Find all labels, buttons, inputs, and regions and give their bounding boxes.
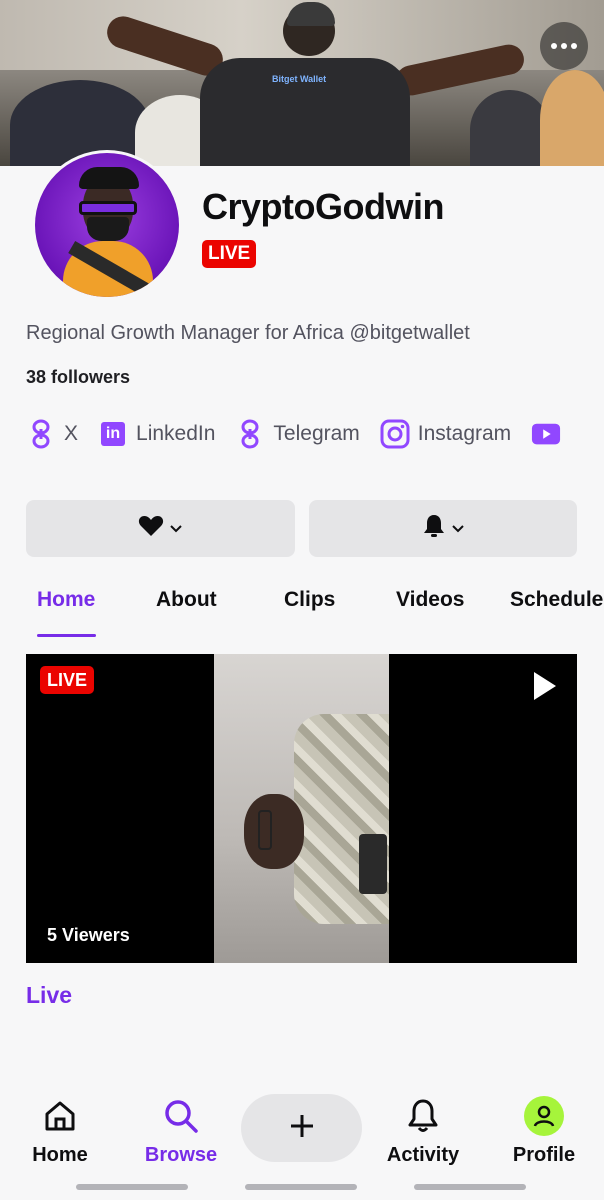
- banner-crowd-far-right: [540, 70, 604, 166]
- nav-browse[interactable]: Browse: [126, 1096, 236, 1167]
- viewer-count: 5 Viewers: [47, 925, 130, 945]
- avatar-image: [35, 153, 179, 297]
- tab-clips[interactable]: Clips: [284, 588, 335, 612]
- more-options-button[interactable]: [540, 22, 588, 70]
- social-label: Instagram: [417, 422, 512, 445]
- live-badge: LIVE: [202, 240, 257, 268]
- social-label: LinkedIn: [136, 422, 216, 445]
- bell-icon: [422, 513, 446, 544]
- more-dot: [571, 43, 577, 49]
- plus-icon: [289, 1113, 315, 1144]
- channel-actions: [26, 500, 577, 557]
- video-person-face: [244, 794, 304, 869]
- social-link-youtube[interactable]: [531, 419, 569, 449]
- social-link-linkedin[interactable]: in LinkedIn: [98, 419, 215, 449]
- followers-count[interactable]: 38 followers: [26, 367, 130, 388]
- tab-home[interactable]: Home: [37, 588, 95, 612]
- channel-bio: Regional Growth Manager for Africa @bitg…: [26, 322, 470, 344]
- social-label: X: [64, 422, 79, 445]
- live-stream-player[interactable]: LIVE 5 Viewers: [26, 654, 577, 963]
- channel-tabs: Home About Clips Videos Schedule: [0, 582, 604, 640]
- nav-label: Profile: [512, 1144, 576, 1166]
- create-button[interactable]: [241, 1094, 362, 1162]
- bell-icon: [407, 1096, 439, 1136]
- stream-video-frame: [214, 654, 389, 963]
- social-link-telegram[interactable]: Telegram: [235, 419, 360, 449]
- nav-profile[interactable]: Profile: [489, 1096, 599, 1167]
- link-icon: [235, 419, 265, 449]
- nav-label: Browse: [144, 1144, 218, 1166]
- youtube-icon: [531, 419, 561, 449]
- tab-videos[interactable]: Videos: [396, 588, 464, 612]
- profile-banner: Bitget Wallet: [0, 0, 604, 166]
- search-icon: [163, 1096, 199, 1136]
- avatar-hair: [79, 167, 139, 189]
- heart-icon: [138, 514, 164, 543]
- video-phone: [359, 834, 387, 894]
- active-tab-indicator: [37, 634, 96, 637]
- channel-name: CryptoGodwin: [202, 186, 444, 227]
- more-dot: [551, 43, 557, 49]
- tab-about[interactable]: About: [156, 588, 217, 612]
- avatar-glasses: [79, 201, 137, 215]
- nav-home[interactable]: Home: [5, 1096, 115, 1167]
- nav-label: Home: [32, 1144, 88, 1166]
- follow-button[interactable]: [26, 500, 295, 557]
- social-link-instagram[interactable]: Instagram: [380, 419, 511, 449]
- banner-crowd-right: [470, 90, 550, 166]
- social-label: Telegram: [273, 422, 360, 445]
- home-icon: [43, 1096, 77, 1136]
- play-icon[interactable]: [532, 670, 558, 707]
- linkedin-icon: in: [98, 419, 128, 449]
- nav-activity[interactable]: Activity: [368, 1096, 478, 1167]
- social-links: X in LinkedIn Telegram Instagram: [26, 417, 589, 451]
- channel-avatar[interactable]: [32, 150, 182, 300]
- notifications-button[interactable]: [308, 500, 577, 557]
- video-person-glasses: [258, 810, 272, 850]
- profile-icon: [524, 1096, 564, 1136]
- nav-label: Activity: [386, 1144, 460, 1166]
- chevron-down-icon: [452, 520, 464, 538]
- instagram-icon: [380, 419, 410, 449]
- link-icon: [26, 419, 56, 449]
- system-gesture-bar: [414, 1184, 526, 1190]
- player-live-badge: LIVE: [40, 666, 95, 694]
- more-dot: [561, 43, 567, 49]
- banner-shirt-logo: Bitget Wallet: [272, 74, 327, 84]
- system-gesture-bar: [245, 1184, 357, 1190]
- bottom-navigation: Home Browse Activity Profile: [0, 1080, 604, 1200]
- social-link-x[interactable]: X: [26, 419, 78, 449]
- system-gesture-bar: [76, 1184, 188, 1190]
- live-section-title: Live: [26, 982, 73, 1008]
- chevron-down-icon: [170, 520, 182, 538]
- tab-schedule[interactable]: Schedule: [510, 588, 603, 612]
- avatar-mask: [87, 217, 129, 241]
